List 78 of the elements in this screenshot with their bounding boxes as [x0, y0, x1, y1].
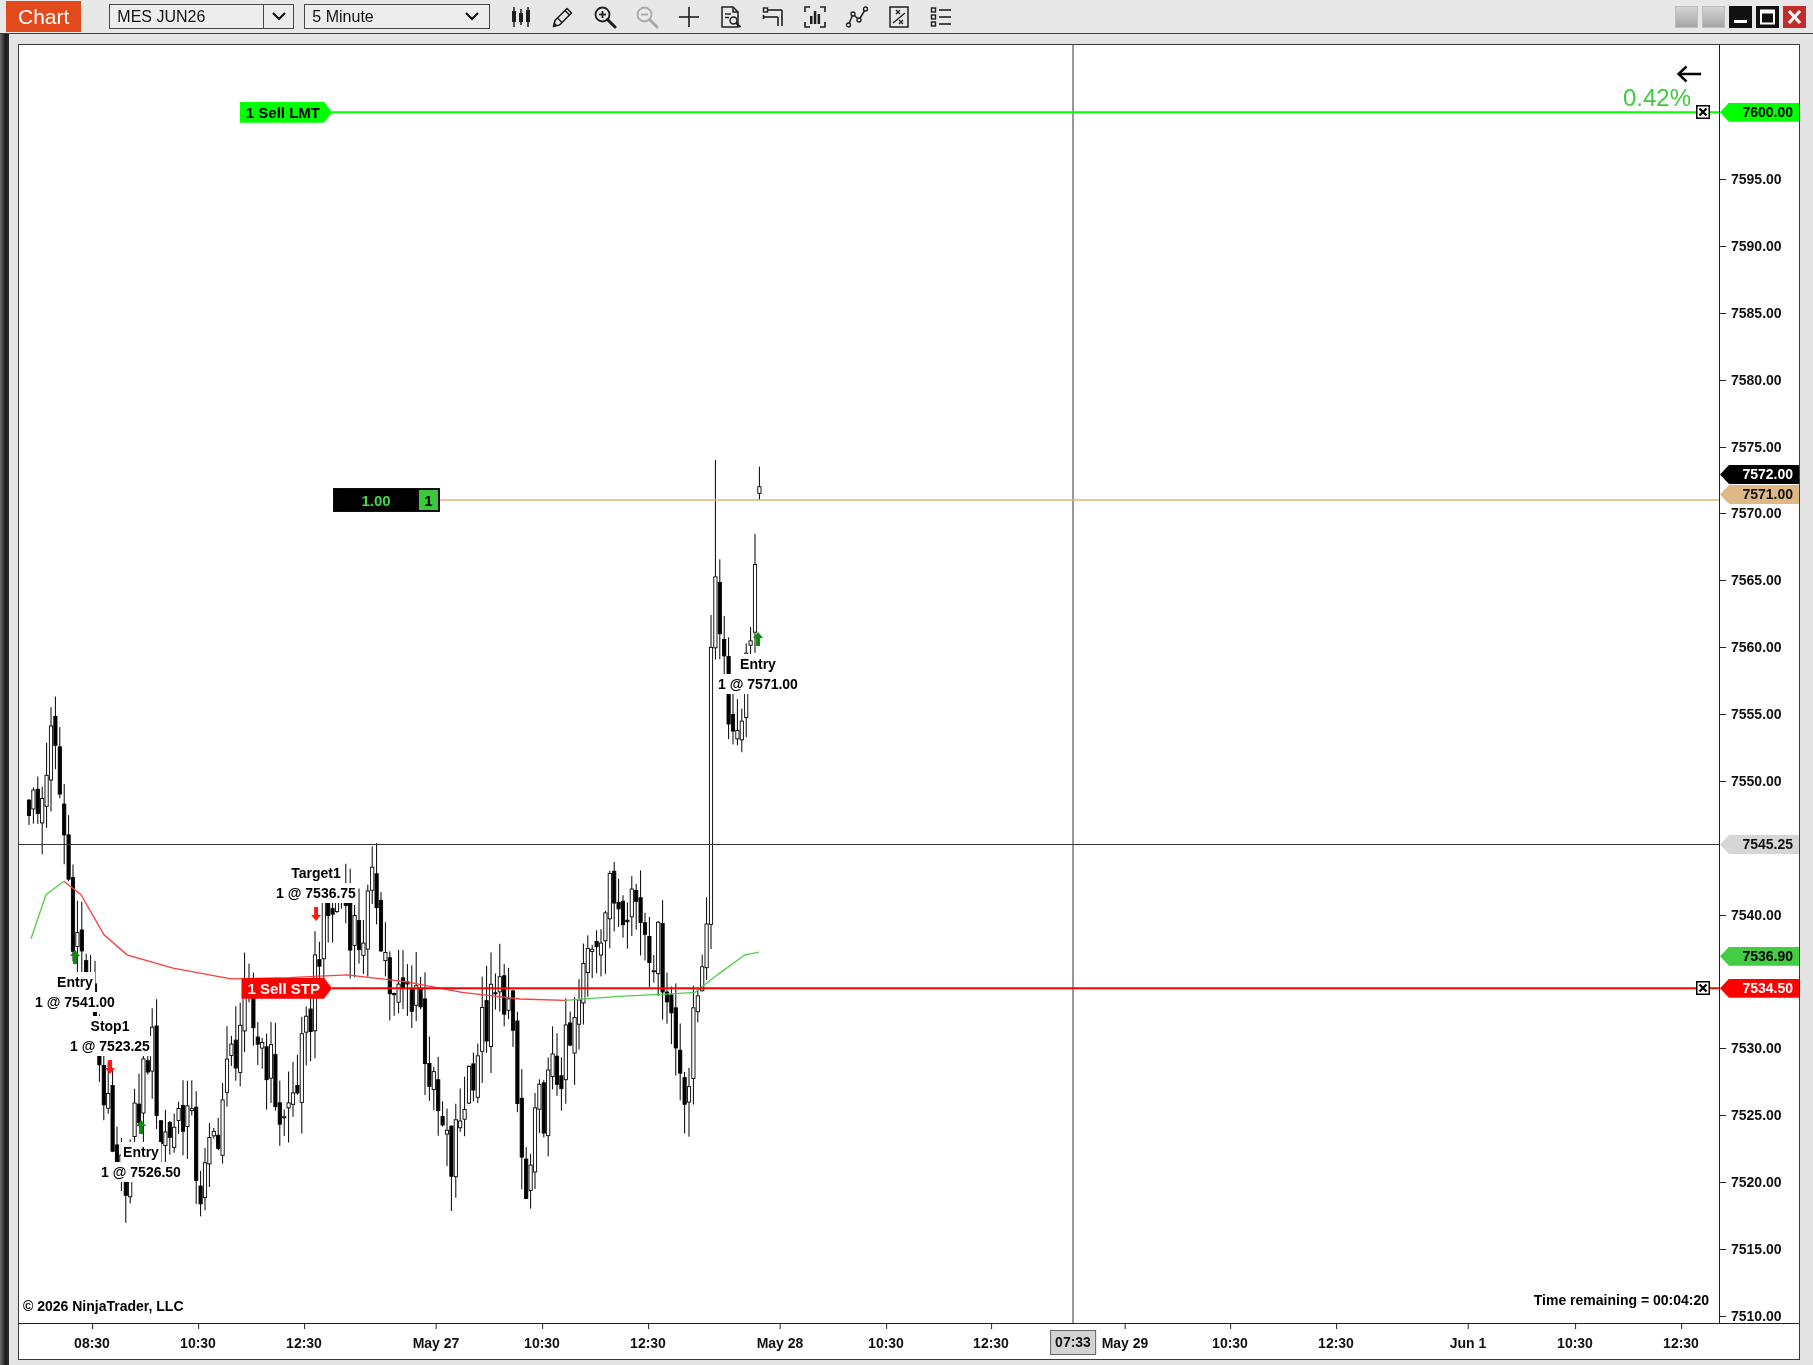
- last-price-marker: 7572.00: [1720, 465, 1799, 484]
- price-tick: 7515.00: [1720, 1241, 1782, 1258]
- time-tick: 12:30: [286, 1324, 322, 1359]
- time-tick: Jun 1: [1449, 1324, 1487, 1359]
- up-arrow-icon: [753, 632, 763, 646]
- minimize-icon[interactable]: [1729, 5, 1752, 28]
- maximize-icon[interactable]: [1756, 5, 1779, 28]
- execution-fill: 1 @ 7526.50: [99, 1162, 183, 1182]
- price-tick: 7565.00: [1720, 572, 1782, 589]
- time-tick: 12:30: [630, 1324, 666, 1359]
- execution-label: Stop1: [88, 1016, 132, 1036]
- time-tick: 12:30: [1318, 1324, 1354, 1359]
- pnl-percent: 0.42%: [1622, 84, 1691, 112]
- interval-select[interactable]: 5 Minute: [304, 4, 491, 29]
- price-tick: 7520.00: [1720, 1174, 1782, 1191]
- execution-label: Entry: [121, 1142, 161, 1162]
- price-tick: 7530.00: [1720, 1040, 1782, 1057]
- copyright-text: © 2026 NinjaTrader, LLC: [23, 1297, 184, 1316]
- time-tick: 10:30: [1212, 1324, 1248, 1359]
- price-tick: 7560.00: [1720, 639, 1782, 656]
- position-quantity: 1.00: [360, 490, 392, 511]
- close-icon[interactable]: [1696, 981, 1710, 996]
- price-tick: 7525.00: [1720, 1107, 1782, 1124]
- order-label[interactable]: 1 Sell STP: [241, 977, 332, 999]
- order-price-marker: 7600.00: [1720, 102, 1799, 122]
- order-label[interactable]: 1 Sell LMT: [239, 101, 332, 123]
- bar-chart-icon[interactable]: [803, 4, 828, 29]
- order-price-marker: 7534.50: [1720, 978, 1799, 998]
- time-tick: 10:30: [180, 1324, 216, 1359]
- time-tick: May 29: [1101, 1324, 1149, 1359]
- price-tick: 7550.00: [1720, 772, 1782, 789]
- crosshair-price-marker: 7545.25: [1720, 835, 1799, 854]
- price-tick: 7580.00: [1720, 371, 1782, 388]
- price-tick: 7510.00: [1720, 1307, 1782, 1323]
- price-tick: 7555.00: [1720, 706, 1782, 723]
- position-box[interactable]: 1.00 1: [333, 488, 440, 513]
- document-search-icon[interactable]: [719, 4, 744, 29]
- list-icon[interactable]: [929, 4, 954, 29]
- position-price-marker: 7571.00: [1720, 485, 1799, 504]
- time-tick: 10:30: [868, 1324, 904, 1359]
- price-tick: 7575.00: [1720, 438, 1782, 455]
- indicator-price-marker: 7536.90: [1720, 946, 1799, 966]
- execution-label: Entry: [55, 972, 95, 992]
- instrument-select[interactable]: MES JUN26: [109, 4, 295, 29]
- price-tick: 7585.00: [1720, 304, 1782, 321]
- zoom-in-icon[interactable]: [593, 4, 618, 29]
- down-arrow-icon: [311, 907, 321, 921]
- time-tick: May 27: [412, 1324, 460, 1359]
- position-count: 1: [418, 489, 439, 512]
- time-tick: 08:30: [74, 1324, 110, 1359]
- price-tick: 7595.00: [1720, 171, 1782, 187]
- time-tick: 10:30: [524, 1324, 560, 1359]
- chart-tab[interactable]: Chart: [6, 1, 82, 32]
- time-tick: May 28: [756, 1324, 804, 1359]
- line-chart-icon[interactable]: [845, 4, 870, 29]
- up-arrow-icon: [136, 1120, 146, 1134]
- chevron-down-icon: [271, 12, 286, 21]
- price-tick: 7590.00: [1720, 237, 1782, 254]
- price-tick: 7540.00: [1720, 906, 1782, 923]
- crosshair-time-marker: 07:33: [1050, 1330, 1096, 1355]
- execution-fill: 1 @ 7541.00: [33, 992, 117, 1012]
- document-icon[interactable]: [887, 4, 912, 29]
- execution-fill: 1 @ 7571.00: [716, 674, 800, 694]
- time-tick: 12:30: [1663, 1324, 1699, 1359]
- left-arrow-icon[interactable]: [1676, 65, 1702, 83]
- time-tick: 12:30: [973, 1324, 1009, 1359]
- down-arrow-icon: [105, 1060, 115, 1074]
- up-arrow-icon: [70, 950, 80, 964]
- execution-label: Entry: [738, 654, 778, 674]
- price-tick: 7570.00: [1720, 505, 1782, 522]
- execution-fill: 1 @ 7536.75: [274, 883, 358, 903]
- time-tick: 10:30: [1557, 1324, 1593, 1359]
- chevron-down-icon: [465, 12, 480, 21]
- execution-fill: 1 @ 7523.25: [68, 1036, 152, 1056]
- time-remaining: Time remaining = 00:04:20: [1533, 1291, 1709, 1310]
- bracket-lines-icon[interactable]: [761, 4, 786, 29]
- crosshair-icon[interactable]: [677, 4, 702, 29]
- close-icon[interactable]: [1696, 105, 1710, 120]
